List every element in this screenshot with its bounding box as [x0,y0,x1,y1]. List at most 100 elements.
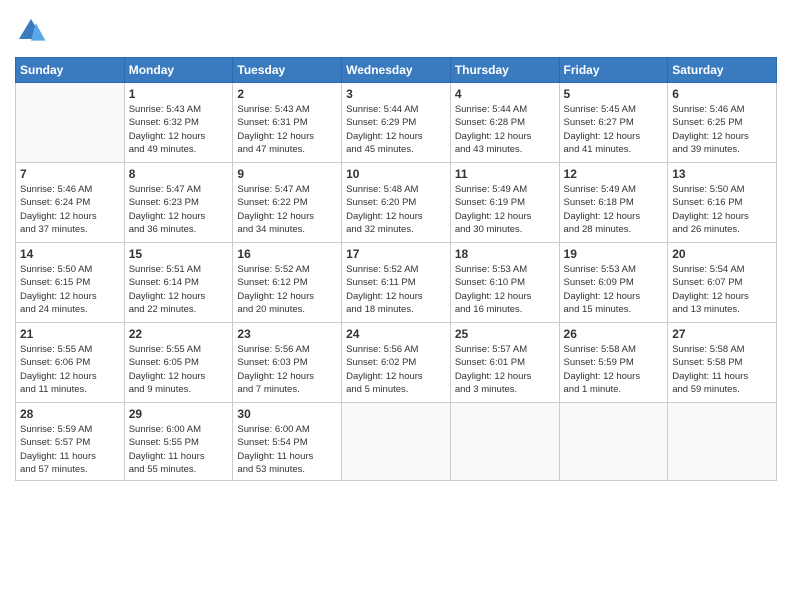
calendar-cell-1-7: 6 Sunrise: 5:46 AM Sunset: 6:25 PM Daylig… [668,83,777,163]
calendar-cell-5-4 [342,403,451,481]
day-info: Sunrise: 5:45 AM Sunset: 6:27 PM Dayligh… [564,103,664,156]
calendar-cell-1-5: 4Sunrise: 5:44 AM Sunset: 6:28 PM Daylig… [450,83,559,163]
day-info: Sunrise: 5:43 AM Sunset: 6:32 PM Dayligh… [129,103,229,156]
calendar-week-row-1: 1 Sunrise: 5:43 AM Sunset: 6:32 PM Daylig… [16,83,777,163]
day-number: 19 [564,247,664,261]
calendar-header-wednesday: Wednesday [342,58,451,83]
calendar-cell-5-6 [559,403,668,481]
day-number: 13 [672,167,772,181]
day-info: Sunrise: 5:55 AM Sunset: 6:05 PM Dayligh… [129,343,229,396]
day-info: Sunrise: 5:50 AM Sunset: 6:15 PM Dayligh… [20,263,120,316]
day-info: Sunrise: 5:47 AM Sunset: 6:23 PM Dayligh… [129,183,229,236]
calendar-cell-1-2: 1 Sunrise: 5:43 AM Sunset: 6:32 PM Daylig… [124,83,233,163]
calendar-cell-5-7 [668,403,777,481]
day-number: 27 [672,327,772,341]
day-number: 14 [20,247,120,261]
day-info: Sunrise: 5:50 AM Sunset: 6:16 PM Dayligh… [672,183,772,236]
day-number: 26 [564,327,664,341]
calendar-cell-3-1: 14 Sunrise: 5:50 AM Sunset: 6:15 PM Dayli… [16,243,125,323]
day-info: Sunrise: 5:59 AM Sunset: 5:57 PM Dayligh… [20,423,120,476]
day-number: 6 [672,87,772,101]
calendar-cell-1-4: 3Sunrise: 5:44 AM Sunset: 6:29 PM Daylig… [342,83,451,163]
calendar-cell-4-3: 23 Sunrise: 5:56 AM Sunset: 6:03 PM Dayli… [233,323,342,403]
calendar-cell-4-1: 21Sunrise: 5:55 AM Sunset: 6:06 PM Dayli… [16,323,125,403]
calendar-header-sunday: Sunday [16,58,125,83]
day-number: 3 [346,87,446,101]
day-info: Sunrise: 5:48 AM Sunset: 6:20 PM Dayligh… [346,183,446,236]
logo [15,15,51,47]
day-number: 2 [237,87,337,101]
calendar-cell-5-2: 29 Sunrise: 6:00 AM Sunset: 5:55 PM Dayli… [124,403,233,481]
day-number: 9 [237,167,337,181]
day-number: 23 [237,327,337,341]
calendar-header-tuesday: Tuesday [233,58,342,83]
day-info: Sunrise: 5:46 AM Sunset: 6:25 PM Dayligh… [672,103,772,156]
calendar-cell-1-3: 2 Sunrise: 5:43 AM Sunset: 6:31 PM Daylig… [233,83,342,163]
calendar-cell-3-5: 18Sunrise: 5:53 AM Sunset: 6:10 PM Dayli… [450,243,559,323]
header [15,15,777,47]
day-info: Sunrise: 6:00 AM Sunset: 5:54 PM Dayligh… [237,423,337,476]
calendar-cell-1-6: 5 Sunrise: 5:45 AM Sunset: 6:27 PM Daylig… [559,83,668,163]
calendar-cell-2-7: 13 Sunrise: 5:50 AM Sunset: 6:16 PM Dayli… [668,163,777,243]
calendar-cell-2-6: 12 Sunrise: 5:49 AM Sunset: 6:18 PM Dayli… [559,163,668,243]
day-number: 10 [346,167,446,181]
calendar-cell-3-3: 16Sunrise: 5:52 AM Sunset: 6:12 PM Dayli… [233,243,342,323]
calendar-cell-4-6: 26 Sunrise: 5:58 AM Sunset: 5:59 PM Dayli… [559,323,668,403]
day-number: 21 [20,327,120,341]
calendar-week-row-3: 14 Sunrise: 5:50 AM Sunset: 6:15 PM Dayli… [16,243,777,323]
calendar-cell-4-7: 27 Sunrise: 5:58 AM Sunset: 5:58 PM Dayli… [668,323,777,403]
calendar-cell-2-5: 11 Sunrise: 5:49 AM Sunset: 6:19 PM Dayli… [450,163,559,243]
calendar-header-monday: Monday [124,58,233,83]
calendar-cell-5-5 [450,403,559,481]
day-number: 7 [20,167,120,181]
day-number: 1 [129,87,229,101]
day-number: 20 [672,247,772,261]
calendar-table: SundayMondayTuesdayWednesdayThursdayFrid… [15,57,777,481]
day-number: 15 [129,247,229,261]
calendar-cell-3-6: 19Sunrise: 5:53 AM Sunset: 6:09 PM Dayli… [559,243,668,323]
calendar-cell-3-2: 15 Sunrise: 5:51 AM Sunset: 6:14 PM Dayli… [124,243,233,323]
calendar-header-friday: Friday [559,58,668,83]
day-info: Sunrise: 5:56 AM Sunset: 6:03 PM Dayligh… [237,343,337,396]
calendar-week-row-5: 28Sunrise: 5:59 AM Sunset: 5:57 PM Dayli… [16,403,777,481]
day-info: Sunrise: 5:58 AM Sunset: 5:59 PM Dayligh… [564,343,664,396]
logo-icon [15,15,47,47]
page: SundayMondayTuesdayWednesdayThursdayFrid… [0,0,792,612]
day-info: Sunrise: 5:46 AM Sunset: 6:24 PM Dayligh… [20,183,120,236]
day-number: 17 [346,247,446,261]
day-info: Sunrise: 5:47 AM Sunset: 6:22 PM Dayligh… [237,183,337,236]
calendar-cell-2-4: 10 Sunrise: 5:48 AM Sunset: 6:20 PM Dayli… [342,163,451,243]
day-info: Sunrise: 5:43 AM Sunset: 6:31 PM Dayligh… [237,103,337,156]
calendar-header-saturday: Saturday [668,58,777,83]
calendar-cell-4-5: 25Sunrise: 5:57 AM Sunset: 6:01 PM Dayli… [450,323,559,403]
day-number: 30 [237,407,337,421]
day-number: 8 [129,167,229,181]
calendar-cell-4-2: 22Sunrise: 5:55 AM Sunset: 6:05 PM Dayli… [124,323,233,403]
day-number: 24 [346,327,446,341]
day-number: 16 [237,247,337,261]
calendar-week-row-2: 7 Sunrise: 5:46 AM Sunset: 6:24 PM Daylig… [16,163,777,243]
calendar-cell-2-1: 7 Sunrise: 5:46 AM Sunset: 6:24 PM Daylig… [16,163,125,243]
day-number: 29 [129,407,229,421]
day-number: 5 [564,87,664,101]
calendar-cell-2-2: 8 Sunrise: 5:47 AM Sunset: 6:23 PM Daylig… [124,163,233,243]
day-info: Sunrise: 5:58 AM Sunset: 5:58 PM Dayligh… [672,343,772,396]
day-info: Sunrise: 5:49 AM Sunset: 6:19 PM Dayligh… [455,183,555,236]
calendar-cell-5-3: 30 Sunrise: 6:00 AM Sunset: 5:54 PM Dayli… [233,403,342,481]
day-info: Sunrise: 6:00 AM Sunset: 5:55 PM Dayligh… [129,423,229,476]
day-number: 11 [455,167,555,181]
day-info: Sunrise: 5:49 AM Sunset: 6:18 PM Dayligh… [564,183,664,236]
day-number: 12 [564,167,664,181]
day-info: Sunrise: 5:54 AM Sunset: 6:07 PM Dayligh… [672,263,772,316]
calendar-cell-3-4: 17 Sunrise: 5:52 AM Sunset: 6:11 PM Dayli… [342,243,451,323]
day-info: Sunrise: 5:52 AM Sunset: 6:11 PM Dayligh… [346,263,446,316]
day-info: Sunrise: 5:57 AM Sunset: 6:01 PM Dayligh… [455,343,555,396]
calendar-cell-2-3: 9 Sunrise: 5:47 AM Sunset: 6:22 PM Daylig… [233,163,342,243]
calendar-cell-4-4: 24 Sunrise: 5:56 AM Sunset: 6:02 PM Dayli… [342,323,451,403]
day-info: Sunrise: 5:51 AM Sunset: 6:14 PM Dayligh… [129,263,229,316]
day-number: 4 [455,87,555,101]
day-number: 18 [455,247,555,261]
calendar-cell-3-7: 20 Sunrise: 5:54 AM Sunset: 6:07 PM Dayli… [668,243,777,323]
calendar-week-row-4: 21Sunrise: 5:55 AM Sunset: 6:06 PM Dayli… [16,323,777,403]
day-info: Sunrise: 5:56 AM Sunset: 6:02 PM Dayligh… [346,343,446,396]
